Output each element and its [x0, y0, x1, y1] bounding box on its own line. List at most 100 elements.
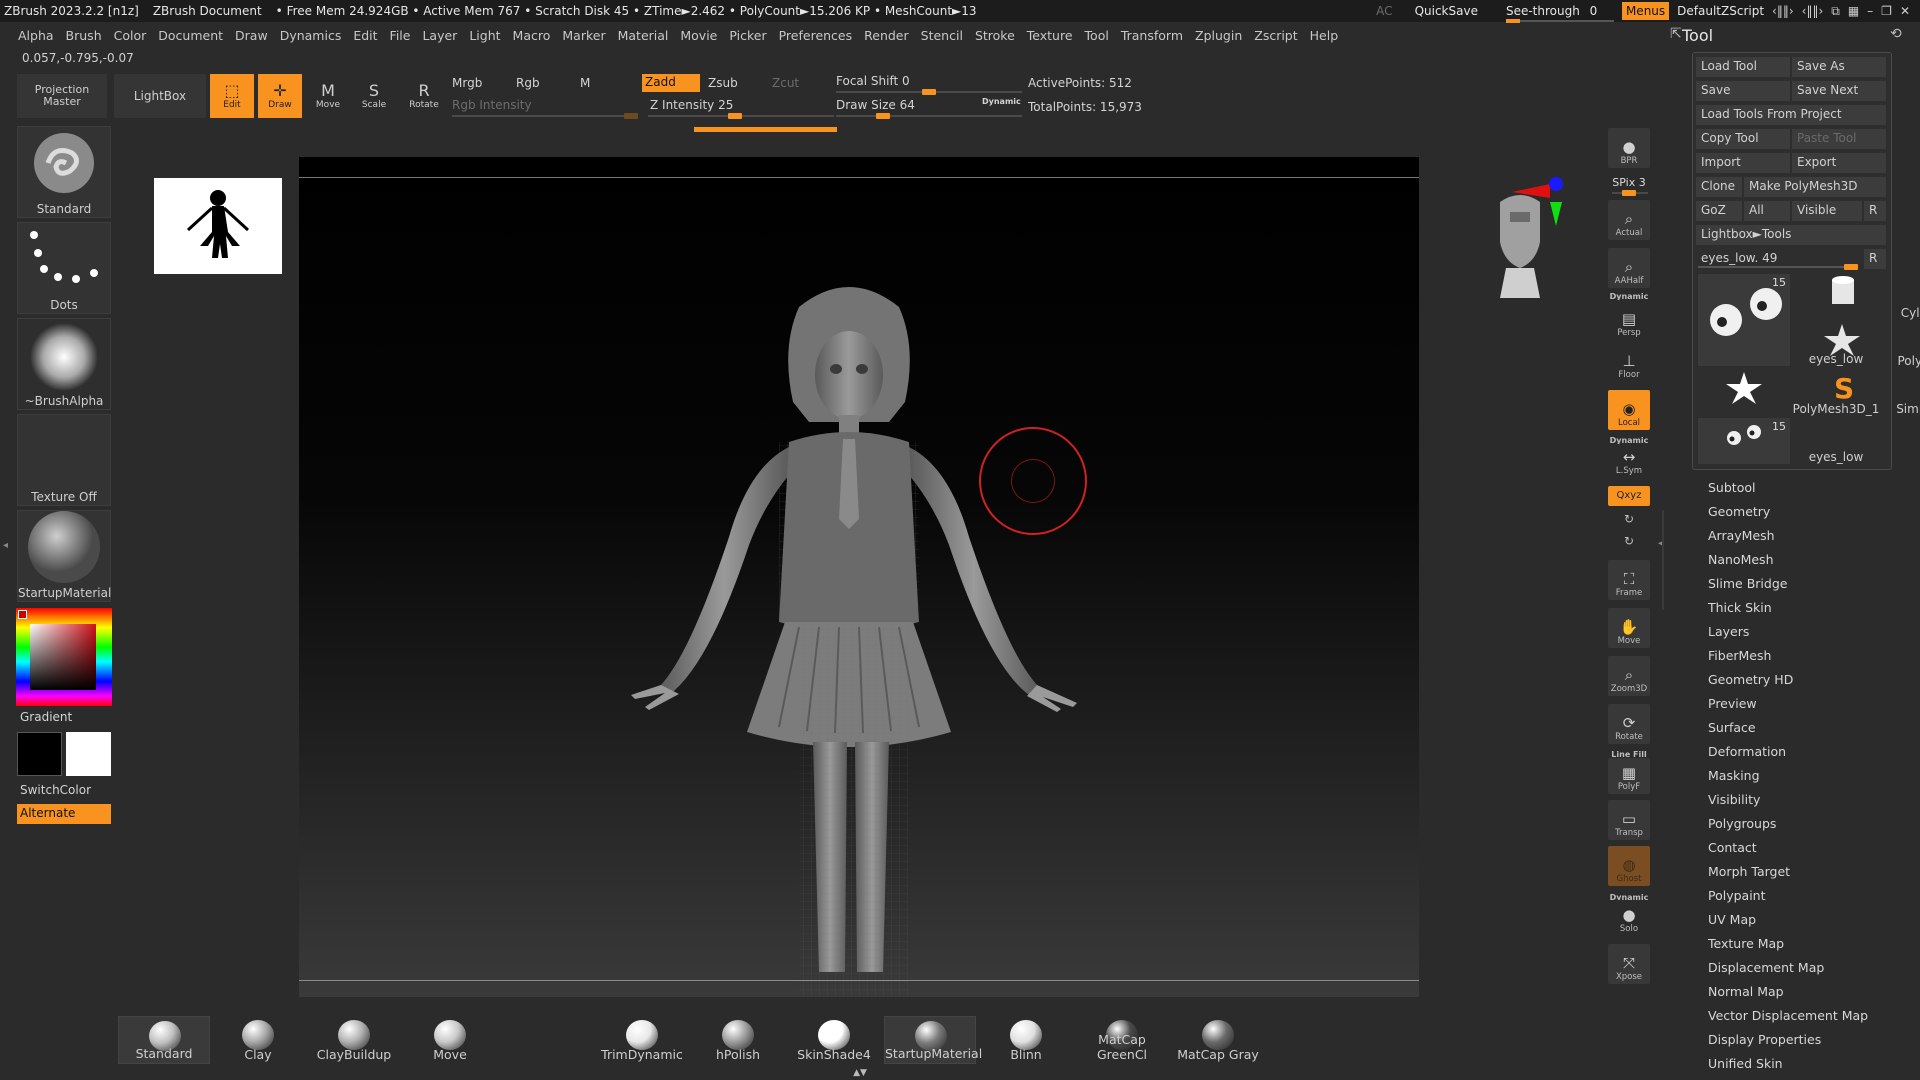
- rotate-button[interactable]: R Rotate: [404, 76, 444, 116]
- focal-shift-slider[interactable]: Focal Shift 0: [836, 74, 910, 88]
- mrgb-button[interactable]: Mrgb: [452, 76, 482, 90]
- menus-toggle[interactable]: Menus: [1621, 2, 1670, 20]
- viewport-canvas[interactable]: [299, 157, 1419, 997]
- menu-stroke[interactable]: Stroke: [975, 28, 1015, 43]
- shelf-item-matcap-greencl[interactable]: MatCap GreenCl: [1076, 1016, 1168, 1064]
- close-icon[interactable]: ✕: [1900, 4, 1910, 18]
- restore-layout-icon[interactable]: ⧉: [1831, 4, 1840, 19]
- subpalette-layers[interactable]: Layers: [1708, 624, 1749, 639]
- subpalette-fibermesh[interactable]: FiberMesh: [1708, 648, 1771, 663]
- move-button[interactable]: M Move: [308, 76, 348, 116]
- bpr-button[interactable]: ● BPR: [1608, 128, 1650, 168]
- menu-draw[interactable]: Draw: [235, 28, 268, 43]
- shelf-item-matcap-gray[interactable]: MatCap Gray: [1172, 1016, 1264, 1064]
- z-intensity-slider[interactable]: Z Intensity 25: [650, 98, 733, 112]
- xpose-button[interactable]: ⤧ Xpose: [1608, 944, 1650, 984]
- subpalette-visibility[interactable]: Visibility: [1708, 792, 1760, 807]
- gradient-toggle[interactable]: Gradient: [20, 710, 72, 724]
- menu-render[interactable]: Render: [864, 28, 909, 43]
- subpalette-vector-displacement-map[interactable]: Vector Displacement Map: [1708, 1008, 1868, 1023]
- menu-zscript[interactable]: Zscript: [1254, 28, 1297, 43]
- menu-file[interactable]: File: [390, 28, 411, 43]
- menu-marker[interactable]: Marker: [562, 28, 605, 43]
- floor-button[interactable]: ⊥ Floor: [1608, 342, 1650, 382]
- xyz-button[interactable]: Qxyz: [1608, 486, 1650, 506]
- subpalette-geometry-hd[interactable]: Geometry HD: [1708, 672, 1793, 687]
- rgb-intensity-handle[interactable]: [624, 113, 638, 119]
- edit-button[interactable]: ⬚ Edit: [210, 74, 254, 118]
- draw-size-slider[interactable]: Draw Size 64: [836, 98, 915, 112]
- shelf-item-startupmaterial[interactable]: StartupMaterial: [884, 1016, 982, 1064]
- spix-track[interactable]: [1612, 190, 1648, 196]
- local-button[interactable]: ◉ Local: [1608, 390, 1650, 430]
- alternate-button[interactable]: Alternate: [17, 804, 111, 824]
- goz-visible-button[interactable]: Visible: [1792, 201, 1862, 221]
- lightbox-tools-button[interactable]: Lightbox►Tools: [1696, 225, 1886, 245]
- bottom-tray-arrow-icon[interactable]: ▲▼: [796, 1068, 924, 1078]
- subpalette-texture-map[interactable]: Texture Map: [1708, 936, 1784, 951]
- left-tray-arrow-icon[interactable]: ◂: [3, 540, 8, 551]
- menu-zplugin[interactable]: Zplugin: [1195, 28, 1242, 43]
- menu-brush[interactable]: Brush: [66, 28, 102, 43]
- current-tool-track[interactable]: [1698, 264, 1858, 270]
- color-saturation-square[interactable]: [30, 624, 96, 690]
- reference-image[interactable]: [154, 178, 282, 274]
- color-marker[interactable]: [18, 610, 27, 619]
- subpalette-arraymesh[interactable]: ArrayMesh: [1708, 528, 1775, 543]
- focal-shift-track[interactable]: [836, 89, 1022, 95]
- actual-button[interactable]: ⌕ Actual: [1608, 200, 1650, 240]
- load-tool-button[interactable]: Load Tool: [1696, 57, 1790, 77]
- orientation-gizmo[interactable]: [1460, 172, 1570, 302]
- menu-tool[interactable]: Tool: [1085, 28, 1109, 43]
- spix-slider[interactable]: SPix 3: [1608, 176, 1650, 189]
- subpalette-surface[interactable]: Surface: [1708, 720, 1756, 735]
- primary-color-swatch[interactable]: [17, 732, 62, 776]
- subpalette-contact[interactable]: Contact: [1708, 840, 1757, 855]
- goz-all-button[interactable]: All: [1744, 201, 1790, 221]
- z-intensity-track[interactable]: [648, 113, 834, 119]
- shelf-item-trimdynamic[interactable]: TrimDynamic: [596, 1016, 688, 1064]
- subpalette-slime-bridge[interactable]: Slime Bridge: [1708, 576, 1787, 591]
- z-intensity-handle[interactable]: [728, 113, 742, 119]
- clone-button[interactable]: Clone: [1696, 177, 1742, 197]
- scale-button[interactable]: S Scale: [354, 76, 394, 116]
- shelf-item-clay[interactable]: Clay: [212, 1016, 304, 1064]
- subpalette-masking[interactable]: Masking: [1708, 768, 1760, 783]
- projection-master-button[interactable]: Projection Master: [17, 74, 107, 118]
- subpalette-displacement-map[interactable]: Displacement Map: [1708, 960, 1824, 975]
- rotate-y-icon[interactable]: ↻: [1608, 512, 1650, 526]
- menu-texture[interactable]: Texture: [1027, 28, 1073, 43]
- lightbox-button[interactable]: LightBox: [114, 74, 206, 118]
- paste-tool-button[interactable]: Paste Tool: [1792, 129, 1886, 149]
- material-selector[interactable]: StartupMaterial: [17, 510, 111, 602]
- current-tool-r-button[interactable]: R: [1864, 249, 1886, 269]
- ac-label[interactable]: AC: [1376, 4, 1392, 18]
- stroke-selector[interactable]: Dots: [17, 222, 111, 314]
- brush-selector[interactable]: Standard: [17, 126, 111, 218]
- zcut-button[interactable]: Zcut: [772, 76, 799, 90]
- menu-light[interactable]: Light: [469, 28, 500, 43]
- menu-color[interactable]: Color: [114, 28, 147, 43]
- shelf-item-claybuildup[interactable]: ClayBuildup: [308, 1016, 400, 1064]
- copy-tool-button[interactable]: Copy Tool: [1696, 129, 1790, 149]
- save-as-button[interactable]: Save As: [1792, 57, 1886, 77]
- subpalette-display-properties[interactable]: Display Properties: [1708, 1032, 1821, 1047]
- subpalette-unified-skin[interactable]: Unified Skin: [1708, 1056, 1783, 1071]
- shelf-item-move[interactable]: Move: [404, 1016, 496, 1064]
- rotate-z-icon[interactable]: ↻: [1608, 534, 1650, 548]
- menu-alpha[interactable]: Alpha: [18, 28, 54, 43]
- subpalette-polygroups[interactable]: Polygroups: [1708, 816, 1776, 831]
- default-zscript-button[interactable]: DefaultZScript: [1677, 4, 1764, 18]
- save-button[interactable]: Save: [1696, 81, 1790, 101]
- import-button[interactable]: Import: [1696, 153, 1790, 173]
- character-model[interactable]: [299, 157, 1419, 997]
- export-button[interactable]: Export: [1792, 153, 1886, 173]
- switch-color-button[interactable]: SwitchColor: [20, 783, 91, 797]
- menu-material[interactable]: Material: [618, 28, 669, 43]
- save-next-button[interactable]: Save Next: [1792, 81, 1886, 101]
- tool-thumb-polymesh3d-1[interactable]: PolyMesh3D_1: [1698, 370, 1879, 416]
- solo-button[interactable]: ● Solo: [1608, 900, 1650, 936]
- menu-preferences[interactable]: Preferences: [779, 28, 853, 43]
- goz-r-button[interactable]: R: [1864, 201, 1886, 221]
- texture-selector[interactable]: Texture Off: [17, 414, 111, 506]
